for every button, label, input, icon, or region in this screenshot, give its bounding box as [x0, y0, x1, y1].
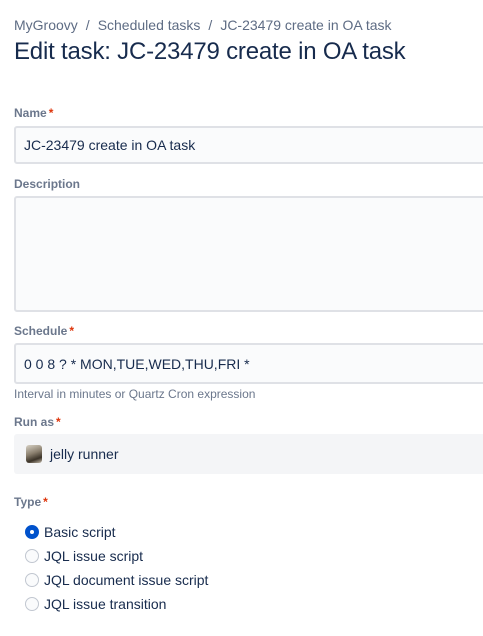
type-option-label: JQL document issue script: [44, 572, 209, 588]
name-label-text: Name: [14, 106, 47, 120]
required-marker: *: [48, 106, 54, 120]
required-marker: *: [43, 495, 48, 509]
type-option-basic-script[interactable]: Basic script: [25, 522, 116, 542]
description-textarea[interactable]: [24, 198, 477, 312]
schedule-label-text: Schedule: [14, 324, 68, 338]
type-option-jql-document-issue-script[interactable]: JQL document issue script: [25, 570, 208, 590]
radio-selected-icon[interactable]: [25, 525, 39, 539]
required-marker: *: [69, 324, 75, 338]
schedule-label: Schedule *: [14, 324, 74, 338]
breadcrumb-item-scheduled-tasks[interactable]: Scheduled tasks: [98, 17, 201, 33]
schedule-help-text: Interval in minutes or Quartz Cron expre…: [14, 387, 256, 401]
name-field[interactable]: [14, 126, 483, 164]
breadcrumb-separator: /: [85, 17, 90, 33]
run-as-label: Run as *: [14, 415, 61, 429]
name-input[interactable]: [24, 128, 477, 162]
breadcrumb-separator: /: [208, 17, 213, 33]
name-label: Name *: [14, 106, 53, 120]
page-title: Edit task: JC-23479 create in OA task: [14, 38, 406, 65]
breadcrumb-item-current-task[interactable]: JC-23479 create in OA task: [220, 17, 391, 33]
breadcrumb: MyGroovy / Scheduled tasks / JC-23479 create…: [14, 17, 392, 33]
type-option-label: Basic script: [44, 524, 116, 540]
type-label: Type *: [14, 495, 48, 509]
type-option-jql-issue-transition[interactable]: JQL issue transition: [25, 594, 166, 614]
description-field[interactable]: [14, 196, 483, 312]
required-marker: *: [56, 415, 61, 429]
radio-unselected-icon[interactable]: [25, 573, 39, 587]
description-label-text: Description: [14, 177, 81, 191]
description-label: Description: [14, 177, 80, 191]
run-as-label-text: Run as: [14, 415, 55, 429]
type-option-label: JQL issue transition: [44, 596, 167, 612]
run-as-user-name: jelly runner: [50, 446, 119, 462]
radio-unselected-icon[interactable]: [25, 597, 39, 611]
schedule-input[interactable]: [24, 345, 477, 382]
type-option-label: JQL issue script: [44, 548, 144, 564]
type-label-text: Type: [14, 495, 42, 509]
type-option-jql-issue-script[interactable]: JQL issue script: [25, 546, 143, 566]
user-avatar-icon: [26, 445, 42, 463]
breadcrumb-item-mygroovy[interactable]: MyGroovy: [14, 17, 78, 33]
radio-unselected-icon[interactable]: [25, 549, 39, 563]
schedule-field[interactable]: [14, 343, 483, 384]
run-as-user-picker[interactable]: jelly runner: [14, 434, 483, 474]
